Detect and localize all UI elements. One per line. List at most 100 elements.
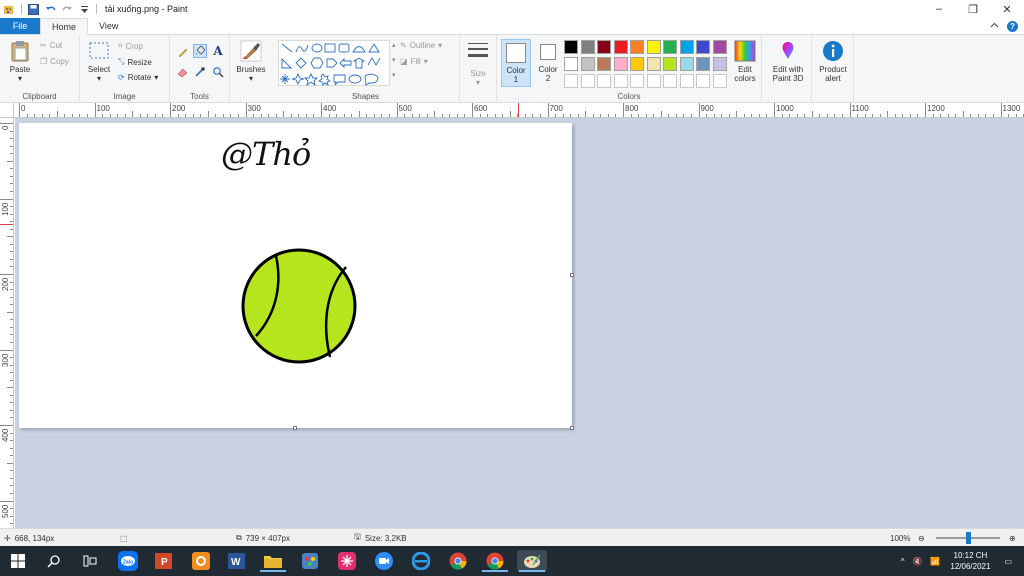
crop-button[interactable]: ⌗ Crop [118,41,143,51]
ruler-minor-tick [532,114,534,117]
ruler-label: 300 [247,104,261,113]
zoom-level-text: 100% [890,533,911,543]
ruler-minor-tick [811,111,813,117]
zoom-slider-thumb[interactable] [966,532,971,544]
collapse-ribbon-icon[interactable] [990,21,999,32]
separator [21,4,22,14]
ruler-minor-tick [796,114,798,117]
show-hidden-icons-icon[interactable]: ^ [901,557,905,566]
copy-button[interactable]: ❐ Copy [40,57,69,66]
customize-dropdown-icon[interactable] [79,4,90,15]
colors-group: Colors [496,35,762,103]
zalo-app-icon[interactable]: Zalo [117,550,139,572]
drawing-canvas[interactable]: @Thỏ [19,123,572,428]
zoom-in-button[interactable]: ⊕ [1009,529,1016,547]
magnifier-icon[interactable] [211,65,225,79]
ruler-minor-tick [192,114,194,117]
ruler-minor-tick [479,114,481,117]
volume-muted-icon[interactable]: 🔇 [912,557,922,566]
start-windows-icon[interactable] [7,550,29,572]
ruler-minor-tick [10,357,13,359]
ruler-minor-tick [10,372,13,374]
rotate-button[interactable]: ⟳ Rotate ▾ [118,73,158,82]
shapes-expand[interactable]: ▾ [392,71,396,79]
fill-bucket-icon[interactable] [193,44,207,58]
close-button[interactable]: ✕ [990,0,1024,18]
ruler-major-tick [0,123,13,124]
snipping-app-icon[interactable] [299,550,321,572]
shapes-scroll-up[interactable]: ▴ [392,41,396,49]
ruler-minor-tick [10,296,13,298]
running-indicator [482,570,508,572]
ruler-minor-tick [154,114,156,117]
ruler-label: 400 [1,428,10,442]
ruler-minor-tick [441,114,443,117]
edit-colors-button[interactable]: Edit colors [730,40,760,83]
notification-icon[interactable]: ▭ [1004,557,1012,566]
paint-app-icon[interactable] [4,4,15,15]
zoom-out-button[interactable]: ⊖ [918,529,925,547]
paint-taskbar-icon[interactable] [517,550,547,572]
text-tool-icon[interactable]: A [211,44,225,58]
eraser-icon[interactable] [176,65,190,79]
chrome-browser-icon[interactable] [447,550,469,572]
edge-browser-icon[interactable] [410,550,432,572]
size-button[interactable]: Size ▾ [462,40,494,87]
ruler-minor-tick [358,111,360,117]
running-indicator [519,570,545,572]
ruler-minor-tick [328,114,330,117]
edit-with-paint3d-button[interactable]: Edit with Paint 3D [766,40,810,83]
resize-handle-corner[interactable] [570,426,574,430]
wifi-icon[interactable]: 📶 [930,557,940,566]
ruler-minor-tick [434,111,436,117]
word-app-icon[interactable]: W [226,550,248,572]
product-alert-label: Product [819,65,847,74]
office-app-icon[interactable] [190,550,212,572]
ruler-minor-tick [207,111,209,117]
minimize-button[interactable]: – [922,0,956,18]
file-explorer-icon[interactable] [260,550,286,572]
tab-view[interactable]: View [88,18,129,34]
outline-button[interactable]: ✎ Outline ▾ [400,41,442,50]
brushes-button[interactable]: Brushes ▾ [234,40,268,83]
redo-icon[interactable] [62,4,73,15]
product-alert-button[interactable]: Product alert [814,40,852,83]
pencil-icon[interactable] [176,45,190,59]
ruler-major-tick [396,103,398,117]
ruler-minor-tick [826,114,828,117]
select-button[interactable]: Select ▾ [84,40,114,83]
ruler-minor-tick [555,114,557,117]
cut-button[interactable]: ✂ Cut [40,41,62,50]
ruler-minor-tick [592,114,594,117]
slack-app-icon[interactable] [336,550,358,572]
ruler-minor-tick [668,114,670,117]
help-icon[interactable]: ? [1007,20,1018,32]
undo-icon[interactable] [45,4,56,15]
tab-home[interactable]: Home [40,18,89,35]
powerpoint-app-icon[interactable]: P [153,550,175,572]
restore-button[interactable]: ❐ [956,0,990,18]
color-picker-icon[interactable] [193,65,207,79]
ruler-minor-tick [502,114,504,117]
shapes-scroll-down[interactable]: ▾ [392,56,396,64]
size-label: Size [470,69,486,78]
fill-button[interactable]: ◪ Fill ▾ [400,57,428,66]
resize-handle-right[interactable] [570,273,574,277]
paste-button[interactable]: Paste ▾ [6,40,34,83]
clock[interactable]: 10:12 CH 12/06/2021 [950,550,990,572]
ruler-minor-tick [955,114,957,117]
task-view-icon[interactable] [79,550,101,572]
ruler-minor-tick [615,114,617,117]
copy-icon: ❐ [40,57,48,66]
canvas-workspace[interactable]: @Thỏ [15,118,1024,528]
resize-button[interactable]: ⤡ Resize [118,57,152,67]
resize-handle-bottom[interactable] [293,426,297,430]
search-icon[interactable] [43,550,65,572]
tab-file[interactable]: File [0,18,40,34]
ruler-minor-tick [902,114,904,117]
zoom-app-icon[interactable] [373,550,395,572]
chrome-browser-icon-2[interactable] [482,550,508,572]
save-icon[interactable] [28,3,39,15]
ruler-minor-tick [690,114,692,117]
ruler-minor-tick [313,114,315,117]
